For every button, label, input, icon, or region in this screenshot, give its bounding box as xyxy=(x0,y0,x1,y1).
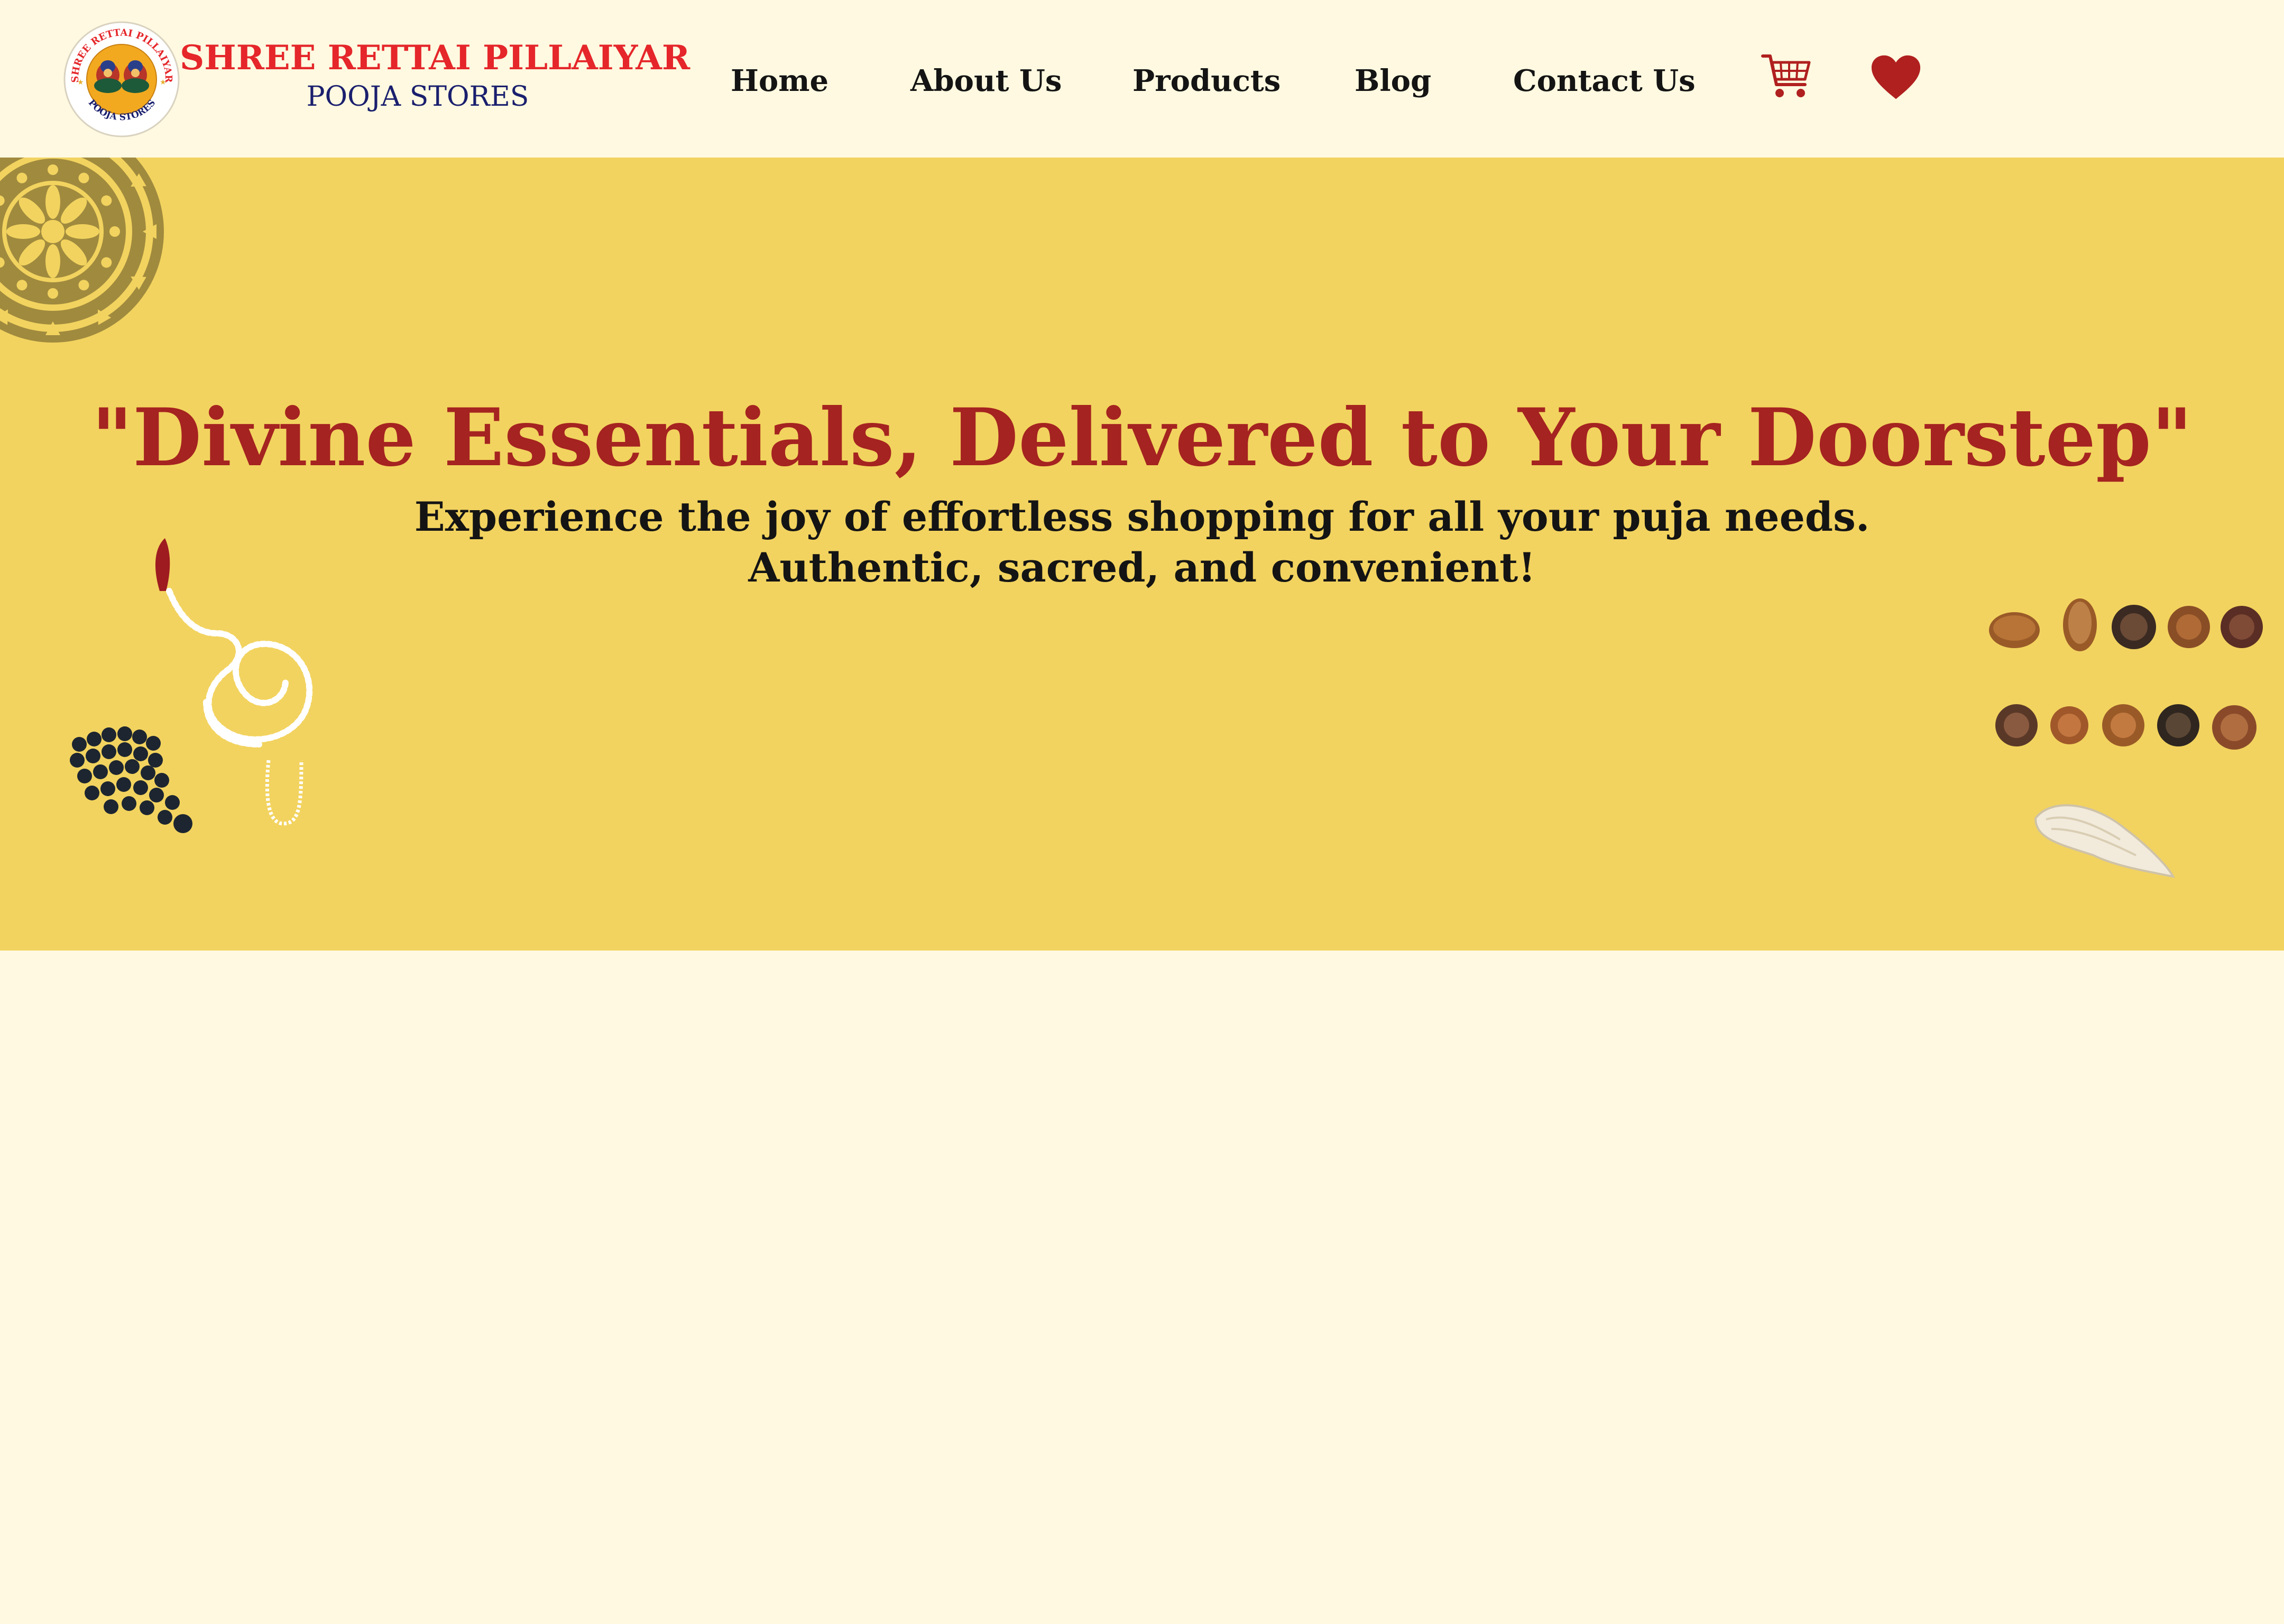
logo-star-left: ★ xyxy=(77,78,84,87)
pearl-string-icon xyxy=(265,760,303,826)
mala-beads-decoration xyxy=(70,538,313,833)
rudraksha-beads-icon xyxy=(1989,598,2263,750)
nav-products[interactable]: Products xyxy=(1132,57,1281,105)
brand-block[interactable]: SHREE RETTAI PILLAIYAR POOJA STORES xyxy=(180,37,690,114)
tassel-icon xyxy=(155,538,170,591)
mandala-decoration xyxy=(0,158,164,343)
black-bead-mala-icon xyxy=(70,726,192,833)
hero-banner: "Divine Essentials, Delivered to Your Do… xyxy=(0,158,2284,951)
nav-home[interactable]: Home xyxy=(731,57,828,105)
logo-star-right: ★ xyxy=(160,78,167,87)
site-header: SHREE RETTAI PILLAIYAR POOJA STORES ★ ★ … xyxy=(0,0,2284,158)
nav-about-us[interactable]: About Us xyxy=(910,57,1062,105)
hero-headline: "Divine Essentials, Delivered to Your Do… xyxy=(91,391,2193,484)
rudraksha-conch-decoration xyxy=(1989,598,2263,878)
conch-shell-icon xyxy=(2034,804,2175,878)
store-logo[interactable]: SHREE RETTAI PILLAIYAR POOJA STORES ★ ★ xyxy=(62,20,181,139)
nav-contact-us[interactable]: Contact Us xyxy=(1513,57,1696,105)
shopping-cart-icon[interactable] xyxy=(1761,51,1813,104)
nav-blog[interactable]: Blog xyxy=(1355,57,1431,105)
heart-icon[interactable] xyxy=(1871,54,1921,102)
crystal-mala-icon xyxy=(166,588,313,748)
brand-name: SHREE RETTAI PILLAIYAR xyxy=(180,38,690,78)
brand-subtitle: POOJA STORES xyxy=(306,81,529,113)
page: SHREE RETTAI PILLAIYAR POOJA STORES ★ ★ … xyxy=(0,0,2284,1624)
